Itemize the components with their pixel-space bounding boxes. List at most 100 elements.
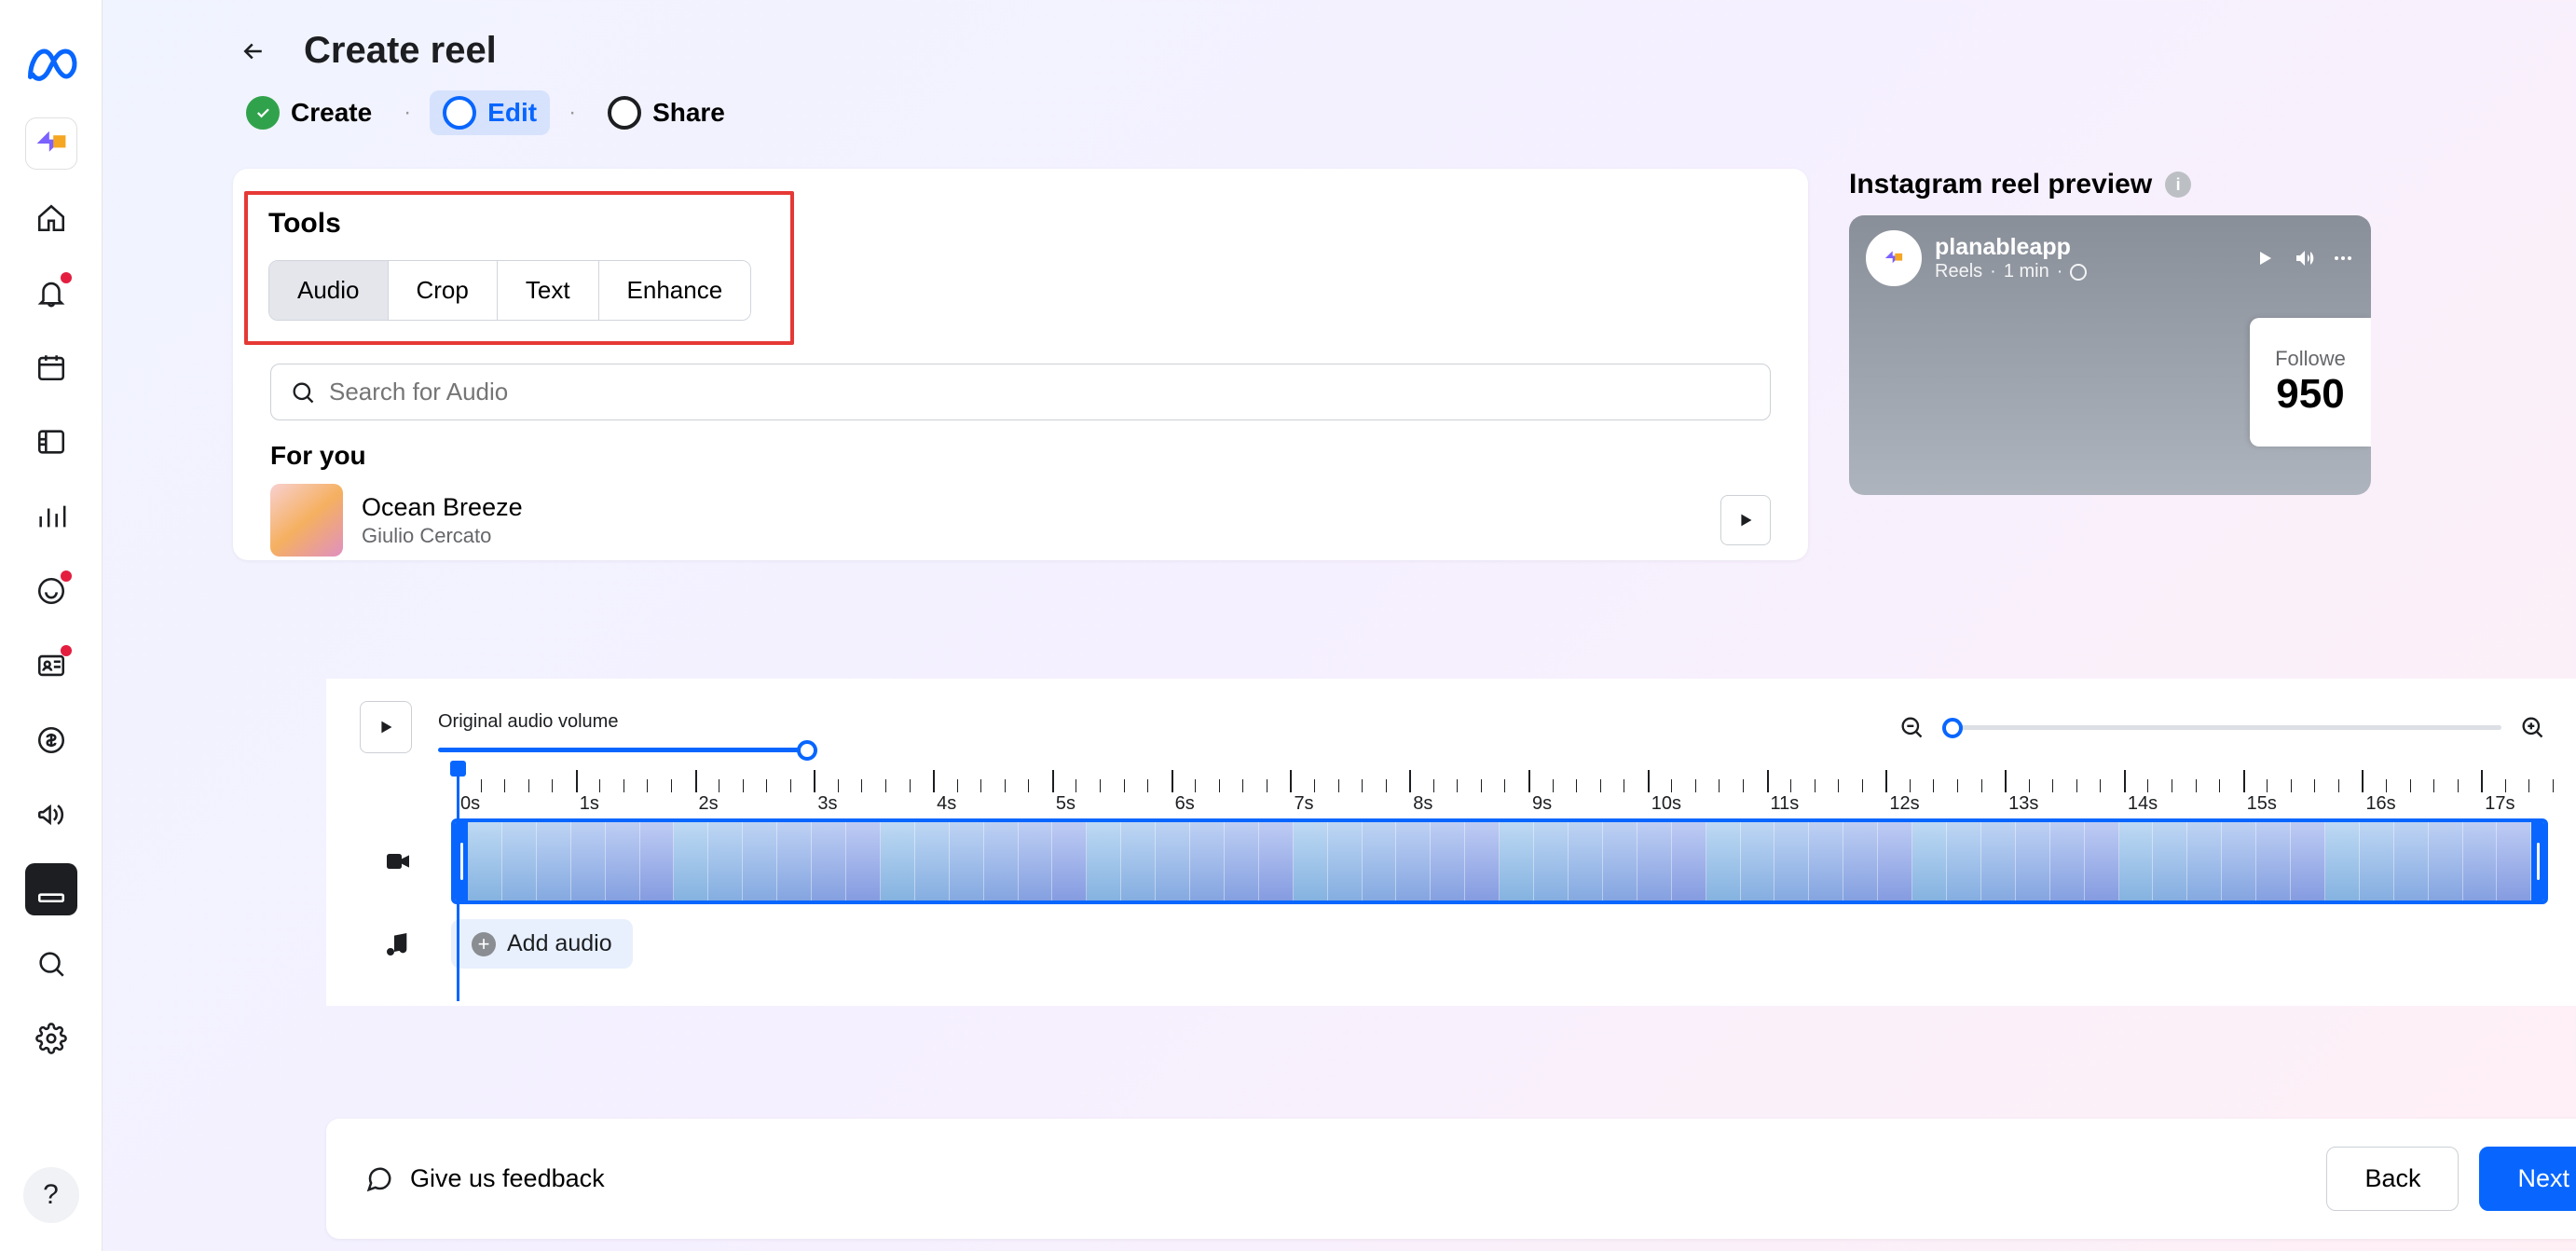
nav-insights[interactable] bbox=[25, 490, 77, 543]
editor-card: Tools Audio Crop Text Enhance For you Oc… bbox=[233, 169, 1808, 560]
give-feedback-button[interactable]: Give us feedback bbox=[365, 1164, 605, 1193]
step-share[interactable]: Share bbox=[595, 90, 738, 135]
trim-handle-right[interactable] bbox=[2531, 822, 2544, 900]
ruler-tick-label: 3s bbox=[817, 793, 837, 815]
nav-inbox[interactable] bbox=[25, 565, 77, 617]
play-icon[interactable] bbox=[2254, 247, 2276, 269]
trim-handle-left[interactable] bbox=[455, 822, 468, 900]
back-arrow[interactable] bbox=[233, 31, 274, 72]
feedback-label: Give us feedback bbox=[410, 1164, 605, 1193]
info-icon[interactable]: i bbox=[2165, 172, 2191, 198]
nav-monetization[interactable] bbox=[25, 714, 77, 766]
account-sub-reels: Reels bbox=[1935, 261, 1982, 282]
account-subtitle: Reels · 1 min · bbox=[1935, 261, 2087, 282]
nav-rail: ? bbox=[0, 0, 103, 1251]
ruler-tick-label: 5s bbox=[1056, 793, 1076, 815]
volume-icon[interactable] bbox=[2293, 247, 2315, 269]
ruler-tick-label: 15s bbox=[2247, 793, 2277, 815]
next-button[interactable]: Next bbox=[2479, 1147, 2576, 1211]
audio-track-row[interactable]: Ocean Breeze Giulio Cercato bbox=[270, 484, 1771, 557]
video-track[interactable] bbox=[451, 818, 2548, 904]
add-audio-button[interactable]: + Add audio bbox=[451, 919, 633, 969]
tab-audio[interactable]: Audio bbox=[269, 261, 389, 320]
nav-ads[interactable] bbox=[25, 789, 77, 841]
tab-text[interactable]: Text bbox=[498, 261, 599, 320]
ruler-tick-label: 6s bbox=[1175, 793, 1195, 815]
ruler-tick-label: 16s bbox=[2365, 793, 2395, 815]
badge-dot bbox=[61, 571, 72, 582]
ruler-tick-label: 2s bbox=[699, 793, 719, 815]
search-input[interactable] bbox=[329, 378, 1751, 406]
tab-crop[interactable]: Crop bbox=[389, 261, 498, 320]
globe-icon bbox=[2070, 264, 2087, 281]
more-icon[interactable] bbox=[2332, 247, 2354, 269]
audio-track-icon bbox=[365, 929, 431, 959]
nav-planner[interactable] bbox=[25, 416, 77, 468]
nav-home[interactable] bbox=[25, 192, 77, 244]
main-content: Create reel Create · Edit · Share Tools … bbox=[103, 0, 2576, 1251]
ruler-tick-label: 7s bbox=[1294, 793, 1313, 815]
account-avatar bbox=[1866, 230, 1922, 286]
timeline-play-button[interactable] bbox=[360, 701, 412, 753]
video-track-icon bbox=[365, 846, 431, 876]
nav-contacts[interactable] bbox=[25, 639, 77, 692]
step-create[interactable]: Create bbox=[233, 90, 385, 135]
audio-search[interactable] bbox=[270, 364, 1771, 420]
nav-settings[interactable] bbox=[25, 1012, 77, 1065]
followers-label: Followe bbox=[2275, 347, 2346, 371]
step-separator: · bbox=[404, 100, 411, 126]
dot: · bbox=[1990, 261, 1996, 282]
zoom-in-button[interactable] bbox=[2516, 711, 2548, 743]
step-label: Edit bbox=[487, 98, 537, 128]
zoom-out-button[interactable] bbox=[1896, 711, 1927, 743]
circle-icon bbox=[608, 96, 641, 130]
volume-slider[interactable] bbox=[438, 738, 811, 744]
track-area: 0s1s2s3s4s5s6s7s8s9s10s11s12s13s14s15s16… bbox=[365, 768, 2548, 969]
app-icon-planable[interactable] bbox=[25, 117, 77, 170]
audio-thumbnail bbox=[270, 484, 343, 557]
followers-count: 950 bbox=[2276, 371, 2344, 418]
step-label: Share bbox=[652, 98, 725, 128]
footer-bar: Give us feedback Back Next bbox=[326, 1119, 2576, 1239]
stepper: Create · Edit · Share bbox=[233, 90, 2576, 135]
ruler-tick-label: 17s bbox=[2485, 793, 2514, 815]
plus-icon: + bbox=[472, 932, 496, 956]
badge-dot bbox=[61, 645, 72, 656]
ruler-tick-label: 11s bbox=[1771, 793, 1800, 815]
nav-help[interactable]: ? bbox=[23, 1167, 79, 1223]
play-audio-button[interactable] bbox=[1720, 495, 1771, 545]
ruler-tick-label: 14s bbox=[2128, 793, 2158, 815]
tools-heading: Tools bbox=[268, 208, 774, 240]
tools-panel: Tools Audio Crop Text Enhance bbox=[244, 191, 794, 345]
account-sub-duration: 1 min bbox=[2004, 261, 2049, 282]
timeline-panel: Original audio volume 0s1s2s3s4s5s6s7s8s… bbox=[326, 679, 2576, 1006]
nav-notifications[interactable] bbox=[25, 267, 77, 319]
nav-active-item[interactable] bbox=[25, 863, 77, 915]
zoom-slider[interactable] bbox=[1942, 725, 2501, 730]
audio-info: Ocean Breeze Giulio Cercato bbox=[362, 493, 1702, 548]
step-edit[interactable]: Edit bbox=[430, 90, 550, 135]
followers-card: Followe 950 bbox=[2250, 318, 2371, 447]
page-title: Create reel bbox=[304, 30, 497, 72]
add-audio-label: Add audio bbox=[507, 930, 612, 957]
search-icon bbox=[290, 379, 316, 406]
for-you-heading: For you bbox=[270, 441, 1804, 471]
reel-preview: planableapp Reels · 1 min · bbox=[1849, 215, 2371, 495]
tab-enhance[interactable]: Enhance bbox=[599, 261, 751, 320]
preview-column: Instagram reel preview i planableapp Ree… bbox=[1849, 169, 2371, 560]
thumbnail-strip bbox=[468, 822, 2531, 900]
nav-calendar[interactable] bbox=[25, 341, 77, 393]
ruler-tick-label: 10s bbox=[1651, 793, 1681, 815]
badge-dot bbox=[61, 272, 72, 283]
ruler-tick-label: 1s bbox=[580, 793, 599, 815]
ruler-tick-label: 13s bbox=[2008, 793, 2038, 815]
timeline-ruler[interactable]: 0s1s2s3s4s5s6s7s8s9s10s11s12s13s14s15s16… bbox=[457, 768, 2576, 815]
meta-logo[interactable] bbox=[21, 35, 81, 95]
ruler-tick-label: 12s bbox=[1889, 793, 1919, 815]
circle-icon bbox=[443, 96, 476, 130]
nav-search[interactable] bbox=[25, 938, 77, 990]
back-button[interactable]: Back bbox=[2326, 1147, 2459, 1211]
ruler-tick-label: 4s bbox=[937, 793, 956, 815]
audio-title: Ocean Breeze bbox=[362, 493, 1702, 522]
account-name: planableapp bbox=[1935, 234, 2087, 261]
